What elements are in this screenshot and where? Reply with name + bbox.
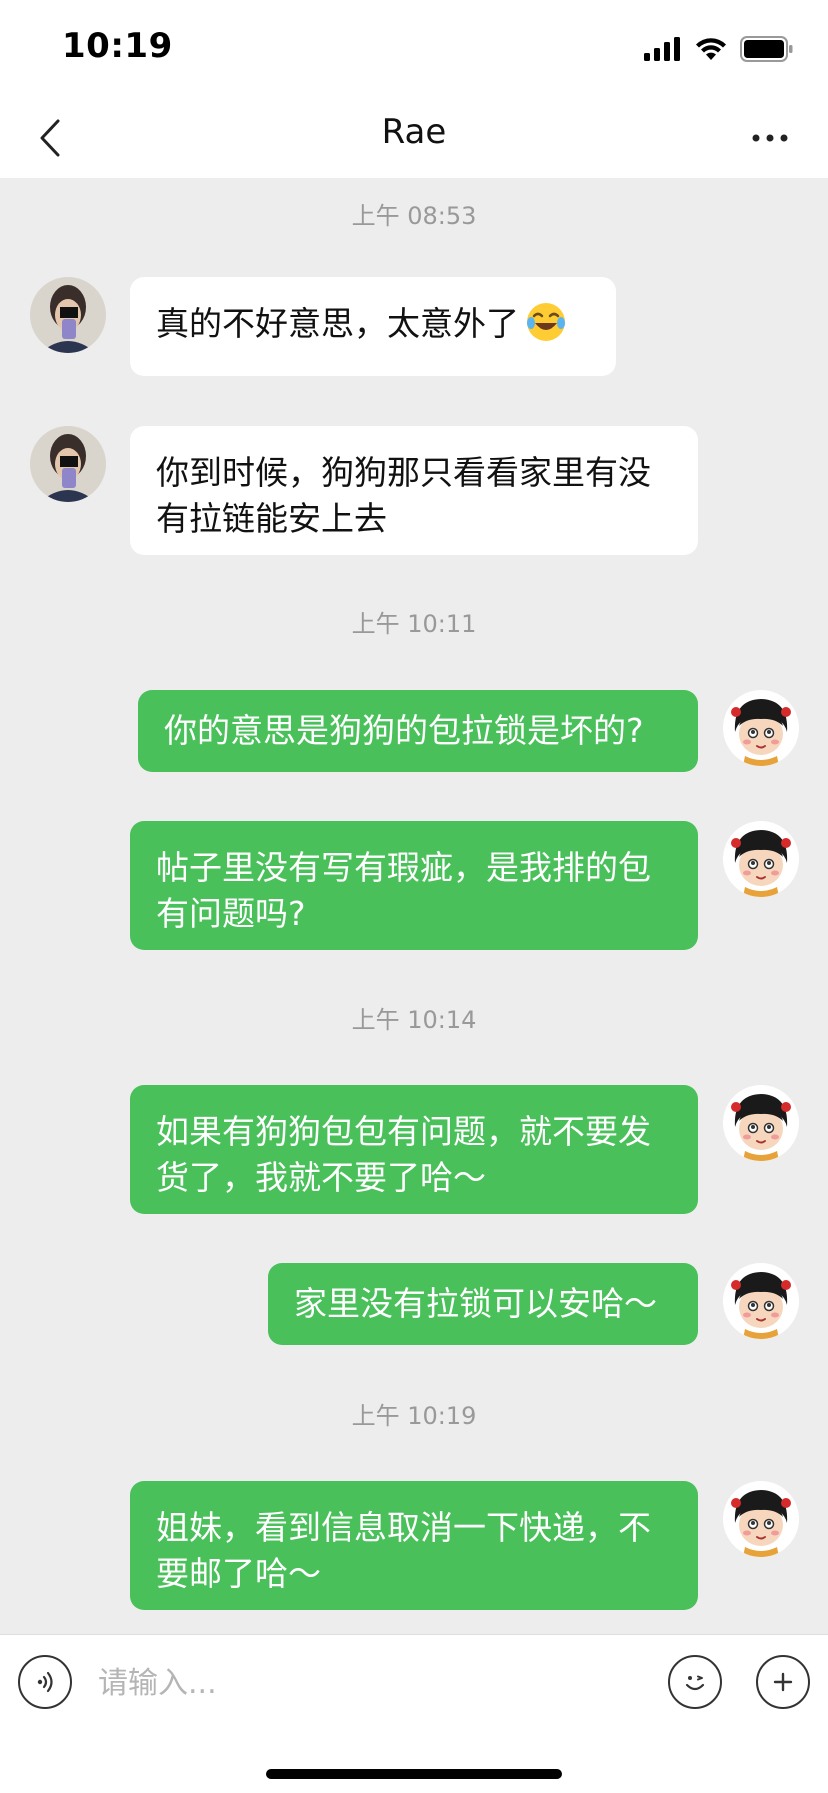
- message-text: 你的意思是狗狗的包拉锁是坏的?: [164, 711, 644, 750]
- message-text: 你到时候，狗狗那只看看家里有没有拉链能安上去: [156, 453, 651, 538]
- status-bar: 10:19: [0, 0, 828, 98]
- message-timestamp: 上午 10:11: [351, 610, 477, 638]
- user-avatar[interactable]: [723, 821, 799, 897]
- message-text: 姐妹，看到信息取消一下快递，不要邮了哈～: [156, 1508, 651, 1593]
- contact-avatar[interactable]: [30, 426, 106, 502]
- voice-icon: [37, 1671, 53, 1693]
- message-input-bar: [0, 1634, 828, 1793]
- cartoon-girl-avatar-icon: [723, 1085, 799, 1161]
- chat-header: Rae: [0, 98, 828, 179]
- message-bubble-outgoing[interactable]: 你的意思是狗狗的包拉锁是坏的?: [138, 690, 698, 772]
- contact-avatar[interactable]: [30, 277, 106, 353]
- user-avatar[interactable]: [723, 690, 799, 766]
- voice-button[interactable]: [18, 1655, 72, 1709]
- chat-messages[interactable]: 上午 08:53 真的不好意思，太意外了 你到时候，狗狗那只看看家里有没有拉链能…: [0, 178, 828, 1634]
- cartoon-girl-avatar-icon: [723, 821, 799, 897]
- message-bubble-outgoing[interactable]: 家里没有拉锁可以安哈～: [268, 1263, 698, 1345]
- home-indicator: [266, 1769, 562, 1779]
- message-bubble-outgoing[interactable]: 如果有狗狗包包有问题，就不要发货了，我就不要了哈～: [130, 1085, 698, 1214]
- message-text: 真的不好意思，太意外了: [156, 304, 519, 343]
- message-input[interactable]: [98, 1655, 658, 1711]
- more-dots-icon: [752, 134, 788, 142]
- emoji-button[interactable]: [668, 1655, 722, 1709]
- cellular-signal-icon: [644, 37, 680, 61]
- battery-icon: [740, 36, 793, 62]
- contact-photo-icon: [30, 277, 106, 353]
- message-text: 家里没有拉锁可以安哈～: [294, 1284, 657, 1323]
- message-bubble-incoming[interactable]: 你到时候，狗狗那只看看家里有没有拉链能安上去: [130, 426, 698, 555]
- chat-title: Rae: [381, 112, 447, 152]
- cartoon-girl-avatar-icon: [723, 1481, 799, 1557]
- contact-photo-icon: [30, 426, 106, 502]
- plus-icon: [773, 1672, 793, 1692]
- smiley-icon: [685, 1675, 705, 1691]
- message-bubble-incoming[interactable]: 真的不好意思，太意外了: [130, 277, 616, 376]
- message-text: 帖子里没有写有瑕疵，是我排的包有问题吗?: [156, 848, 651, 933]
- message-timestamp: 上午 10:14: [351, 1006, 477, 1034]
- wifi-icon: [696, 38, 726, 60]
- laughing-crying-emoji-icon: [525, 301, 567, 355]
- message-timestamp: 上午 10:19: [351, 1402, 477, 1430]
- message-bubble-outgoing[interactable]: 帖子里没有写有瑕疵，是我排的包有问题吗?: [130, 821, 698, 950]
- message-text: 如果有狗狗包包有问题，就不要发货了，我就不要了哈～: [156, 1112, 651, 1197]
- status-time: 10:19: [62, 26, 173, 66]
- add-button[interactable]: [756, 1655, 810, 1709]
- more-button[interactable]: [740, 108, 800, 168]
- message-timestamp: 上午 08:53: [351, 202, 477, 230]
- cartoon-girl-avatar-icon: [723, 690, 799, 766]
- user-avatar[interactable]: [723, 1481, 799, 1557]
- user-avatar[interactable]: [723, 1263, 799, 1339]
- message-bubble-outgoing[interactable]: 姐妹，看到信息取消一下快递，不要邮了哈～: [130, 1481, 698, 1610]
- status-icons: [644, 34, 794, 64]
- cartoon-girl-avatar-icon: [723, 1263, 799, 1339]
- user-avatar[interactable]: [723, 1085, 799, 1161]
